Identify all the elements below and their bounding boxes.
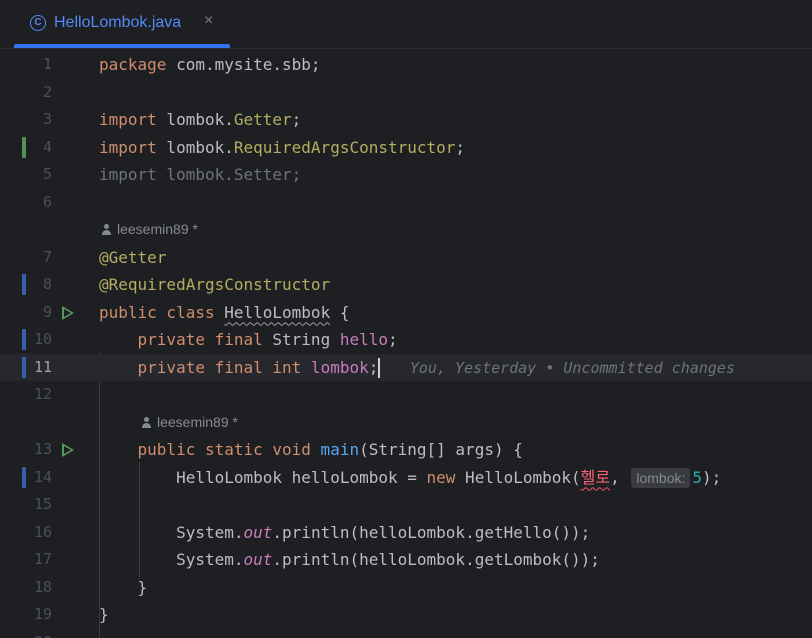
line-number: 12 (33, 385, 52, 403)
line-text: private final String hello; (137, 330, 398, 349)
line-number: 4 (42, 137, 52, 156)
code-line[interactable]: 10 private final String hello; (0, 326, 812, 354)
tab-hellolombok-java[interactable]: C HelloLombok.java × (14, 0, 230, 48)
line-text: private final int lombok; You, Yesterday … (137, 357, 735, 378)
line-text: } (137, 577, 148, 597)
code-line[interactable]: 16 System.out.println(helloLombok.getHel… (0, 519, 812, 547)
code-line[interactable]: 8 @RequiredArgsConstructor (0, 271, 812, 299)
line-text: public static void main(String[] args) { (137, 440, 523, 459)
line-text: System.out.println(helloLombok.getLombok… (176, 550, 600, 569)
code-line[interactable]: 17 System.out.println(helloLombok.getLom… (0, 546, 812, 574)
class-icon: C (30, 15, 46, 31)
error-token: 헬로 (580, 467, 611, 487)
code-vision-author[interactable]: leesemin89 * (0, 409, 812, 437)
line-text: public class HelloLombok { (99, 302, 350, 322)
line-number: 7 (42, 247, 52, 266)
code-line[interactable]: 13 public static void main(String[] args… (0, 436, 812, 464)
line-text: import lombok.Getter; (99, 110, 302, 129)
line-text: System.out.println(helloLombok.getHello(… (176, 522, 591, 542)
author-hint[interactable]: leesemin89 * (101, 216, 198, 244)
line-text: HelloLombok helloLombok = new HelloLombo… (176, 467, 722, 488)
inline-blame[interactable]: You, Yesterday • Uncommitted changes (410, 359, 735, 377)
code-line[interactable]: 9 public class HelloLombok { (0, 299, 812, 327)
line-text: package com.mysite.sbb; (99, 55, 321, 74)
line-number: 1 (42, 55, 52, 73)
editor-tab-bar: C HelloLombok.java × (0, 0, 812, 49)
code-line[interactable]: 7 @Getter (0, 244, 812, 272)
run-icon[interactable] (62, 443, 74, 457)
code-line[interactable]: 4 import lombok.RequiredArgsConstructor; (0, 134, 812, 162)
current-line[interactable]: 11 private final int lombok; You, Yesterd… (0, 353, 812, 381)
code-line[interactable]: 2 (0, 79, 812, 107)
line-number: 15 (33, 495, 52, 513)
line-number: 18 (33, 577, 52, 596)
line-text: @Getter (99, 247, 167, 267)
line-number: 6 (42, 192, 52, 211)
code-line[interactable]: 20 (0, 629, 812, 638)
code-vision-author[interactable]: leesemin89 * (0, 216, 812, 244)
code-line[interactable]: 14 HelloLombok helloLombok = new HelloLo… (0, 464, 812, 492)
line-number: 10 (33, 330, 52, 348)
author-hint[interactable]: leesemin89 * (141, 409, 238, 437)
line-number: 2 (42, 82, 52, 101)
line-number: 20 (20, 629, 52, 638)
close-icon[interactable]: × (204, 12, 213, 30)
code-line[interactable]: 3 import lombok.Getter; (0, 106, 812, 134)
code-line[interactable]: 5 import lombok.Setter; (0, 161, 812, 189)
line-number: 16 (33, 522, 52, 541)
line-text: @RequiredArgsConstructor (99, 275, 331, 294)
unused-import-text: import lombok.Setter; (99, 165, 302, 184)
person-icon (101, 224, 112, 235)
line-text: import lombok.RequiredArgsConstructor; (99, 137, 466, 157)
line-number: 17 (33, 550, 52, 568)
line-number: 8 (42, 275, 52, 293)
tab-title: HelloLombok.java (54, 14, 182, 31)
code-line[interactable]: 19 } (0, 601, 812, 629)
code-line[interactable]: 1 package com.mysite.sbb; (0, 51, 812, 79)
line-number: 5 (42, 165, 52, 183)
line-number: 9 (42, 302, 52, 321)
line-number: 3 (42, 110, 52, 128)
line-number: 11 (33, 357, 52, 376)
parameter-hint: lombok: (631, 467, 691, 488)
active-tab-indicator (14, 44, 230, 48)
code-line[interactable]: 6 (0, 189, 812, 217)
code-line[interactable]: 15 (0, 491, 812, 519)
line-text: } (99, 605, 109, 624)
line-number: 13 (33, 440, 52, 458)
text-caret (378, 358, 380, 378)
run-icon[interactable] (62, 305, 74, 320)
person-icon (141, 416, 152, 428)
line-number: 19 (33, 605, 52, 623)
code-line[interactable]: 18 } (0, 574, 812, 602)
code-editor[interactable]: 1 package com.mysite.sbb; 2 3 import lom… (0, 49, 812, 638)
line-number: 14 (33, 467, 52, 486)
code-line[interactable]: 12 (0, 381, 812, 409)
